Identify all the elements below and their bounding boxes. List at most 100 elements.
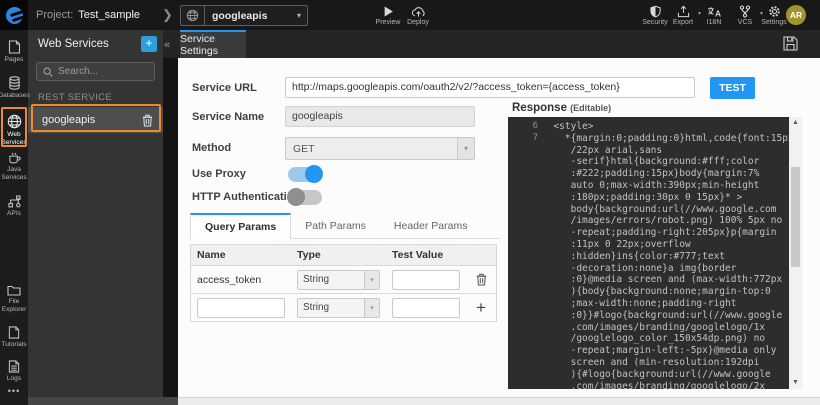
code-text: -repeat;padding-right:205px}p{margin bbox=[542, 227, 777, 239]
line-number bbox=[508, 274, 538, 286]
sidebar-item-java-services[interactable]: Java Services bbox=[0, 152, 28, 181]
play-icon bbox=[383, 5, 394, 18]
code-line: 6 <style> bbox=[508, 121, 802, 133]
gear-icon bbox=[768, 5, 781, 18]
scrollbar-thumb[interactable] bbox=[791, 167, 800, 267]
main-tab-bar: Service Settings bbox=[163, 30, 820, 58]
param-type-value: String bbox=[298, 274, 364, 285]
sidebar-item-label: APIs bbox=[7, 210, 21, 218]
delete-service-icon[interactable] bbox=[142, 114, 153, 127]
deploy-button[interactable]: Deploy bbox=[401, 2, 435, 29]
app-logo[interactable] bbox=[0, 0, 28, 30]
use-proxy-toggle[interactable] bbox=[288, 167, 322, 182]
add-service-button[interactable]: + bbox=[141, 36, 157, 52]
code-text: :#222;padding:15px}body{margin:7% bbox=[542, 168, 759, 180]
sidebar-item-web-services[interactable]: Web Services bbox=[0, 114, 28, 146]
web-services-panel: Web Services + Search... REST SERVICE go… bbox=[28, 30, 163, 405]
service-name-input[interactable]: googleapis bbox=[285, 106, 475, 127]
new-param-test-value-input[interactable] bbox=[392, 298, 460, 318]
service-search-input[interactable]: Search... bbox=[36, 62, 155, 81]
line-number bbox=[508, 168, 538, 180]
col-test-value: Test Value bbox=[386, 249, 466, 261]
code-text: -serif}html{background:#fff;color bbox=[542, 156, 759, 168]
tutorials-icon bbox=[8, 326, 20, 339]
line-number bbox=[508, 286, 538, 298]
service-url-label: Service URL bbox=[192, 82, 257, 94]
code-line: :hidden}ins{color:#777;text bbox=[508, 251, 802, 263]
code-line: auto 0;max-width:390px;min-height bbox=[508, 180, 802, 192]
web-services-globe-icon bbox=[7, 114, 22, 129]
add-param-button[interactable]: + bbox=[466, 301, 496, 315]
scroll-down-icon[interactable]: ▼ bbox=[789, 377, 802, 389]
param-test-value-input[interactable] bbox=[392, 270, 460, 290]
code-line: :11px 0 22px;overflow bbox=[508, 239, 802, 251]
sidebar-item-pages[interactable]: Pages bbox=[0, 40, 28, 64]
security-label: Security bbox=[642, 19, 667, 26]
sidebar-item-databases[interactable]: Databases bbox=[0, 76, 28, 100]
service-url-input[interactable]: http://maps.googleapis.com/oauth2/v2/?ac… bbox=[285, 77, 695, 98]
code-line: body{background:url(//www.google.com bbox=[508, 204, 802, 216]
new-param-name-input[interactable] bbox=[197, 298, 285, 318]
code-line: ){body{background:none;margin-top:0 bbox=[508, 286, 802, 298]
tab-header-params[interactable]: Header Params bbox=[380, 213, 482, 239]
api-nodes-icon bbox=[8, 195, 21, 208]
service-selector-dropdown[interactable]: googleapis ▾ bbox=[180, 5, 308, 26]
code-line: .com/images/branding/googlelogo/1x bbox=[508, 322, 802, 334]
tab-path-params[interactable]: Path Params bbox=[291, 213, 380, 239]
delete-param-button[interactable] bbox=[466, 273, 496, 286]
tab-service-settings[interactable]: Service Settings bbox=[180, 30, 246, 58]
page-icon bbox=[8, 40, 21, 54]
param-name: access_token bbox=[191, 274, 291, 286]
sidebar-item-tutorials[interactable]: Tutorials bbox=[0, 326, 28, 349]
preview-button[interactable]: Preview bbox=[371, 2, 405, 29]
code-line: /images/errors/robot.png) 100% 5px no bbox=[508, 215, 802, 227]
translate-icon: A bbox=[707, 5, 722, 18]
code-text: :hidden}ins{color:#777;text bbox=[542, 251, 725, 263]
param-type-value: String bbox=[298, 302, 364, 313]
code-text: :180px;padding:30px 0 15px}* > bbox=[542, 192, 742, 204]
logs-icon bbox=[8, 360, 20, 373]
export-icon bbox=[677, 5, 690, 18]
query-params-table: Name Type Test Value access_token String… bbox=[190, 244, 497, 322]
chevron-down-icon: ▾ bbox=[364, 299, 379, 317]
scroll-up-icon[interactable]: ▲ bbox=[789, 117, 802, 129]
test-button[interactable]: TEST bbox=[710, 77, 755, 99]
folder-icon bbox=[7, 285, 21, 296]
save-button[interactable] bbox=[783, 36, 798, 51]
i18n-button[interactable]: A I18N bbox=[697, 2, 731, 29]
chevron-down-icon: ▾ bbox=[297, 11, 307, 20]
line-number bbox=[508, 239, 538, 251]
line-number bbox=[508, 381, 538, 389]
line-number bbox=[508, 345, 538, 357]
response-scrollbar[interactable]: ▲ ▼ bbox=[789, 117, 802, 389]
method-value: GET bbox=[286, 143, 457, 155]
toggle-knob bbox=[287, 188, 305, 206]
sidebar-item-apis[interactable]: APIs bbox=[0, 195, 28, 218]
sidebar-item-logs[interactable]: Logs bbox=[0, 360, 28, 383]
method-select[interactable]: GET ▾ bbox=[285, 137, 475, 160]
response-editable-note: (Editable) bbox=[570, 103, 611, 113]
code-text: :11px 0 22px;overflow bbox=[542, 239, 691, 251]
chevron-down-icon: ▾ bbox=[364, 271, 379, 289]
project-name: Test_sample bbox=[78, 9, 140, 21]
shield-icon bbox=[650, 5, 661, 18]
new-param-type-select[interactable]: String ▾ bbox=[297, 298, 380, 318]
sidebar-item-file-explorer[interactable]: File Explorer bbox=[0, 285, 28, 313]
http-auth-toggle[interactable] bbox=[288, 190, 322, 205]
collapse-panel-button[interactable]: « bbox=[160, 39, 174, 53]
more-menu-button[interactable]: ••• bbox=[0, 386, 28, 396]
wavemaker-logo-icon bbox=[6, 7, 23, 24]
param-type-select[interactable]: String ▾ bbox=[297, 270, 380, 290]
response-code-editor[interactable]: 6 <style> 7 *{margin:0;padding:0}html,co… bbox=[508, 117, 802, 389]
code-line: 7 *{margin:0;padding:0}html,code{font:15… bbox=[508, 133, 802, 145]
user-avatar[interactable]: AR bbox=[786, 5, 806, 25]
code-line: .com/images/branding/googlelogo/2x bbox=[508, 381, 802, 389]
code-line: -repeat;padding-right:205px}p{margin bbox=[508, 227, 802, 239]
table-row-new: String ▾ + bbox=[191, 294, 496, 322]
svg-text:A: A bbox=[714, 8, 720, 17]
export-button[interactable]: ▾ Export bbox=[666, 2, 700, 29]
service-list-item-googleapis[interactable]: googleapis bbox=[28, 107, 163, 133]
line-number bbox=[508, 145, 538, 157]
tab-query-params[interactable]: Query Params bbox=[190, 213, 291, 239]
line-number bbox=[508, 310, 538, 322]
